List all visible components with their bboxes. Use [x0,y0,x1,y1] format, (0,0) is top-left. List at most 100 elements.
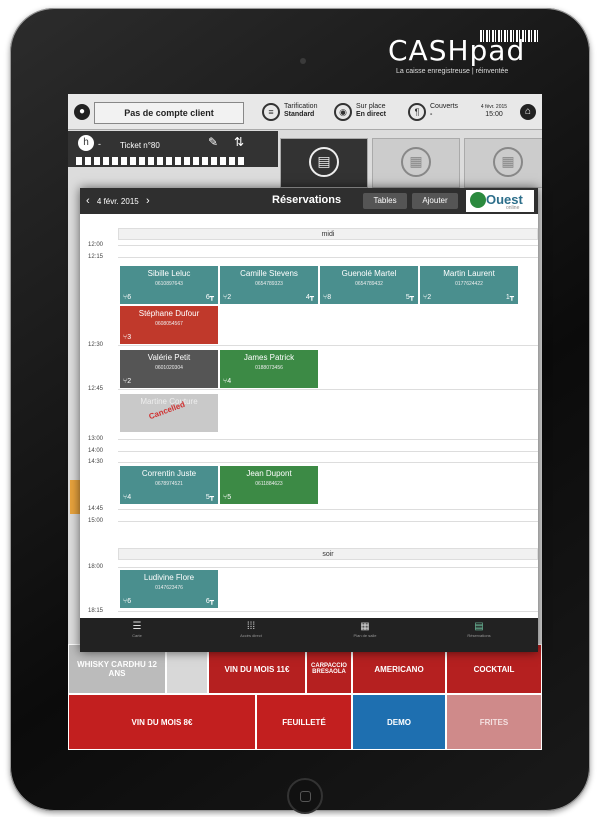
reservation-phone: 0177624422 [455,281,483,287]
reservation-card[interactable]: Martin Laurent 0177624422 ⑂2 1┳ [420,266,518,304]
reservation-card[interactable]: Sibille Leluc 0610897643 ⑂6 6┳ [120,266,218,304]
floor-plan-icon: ▦ [360,621,370,632]
datetime-display: 4 févr. 2015 15:00 [476,103,512,119]
table-icon: ┳ [309,294,314,301]
nav-label: Accès direct [240,633,262,638]
logo-text: CASHpad [388,34,526,67]
reservation-planner: midi 12:00 12:15 12:30 12:45 13:00 14:00… [80,214,538,618]
table-icon: ┳ [209,294,214,301]
time-label: 14:30 [88,459,104,465]
tarification-value: Standard [284,111,315,118]
covers-value: 6 [127,598,132,605]
partner-logo-mark [470,192,486,208]
partner-logo-sub: online [506,205,520,211]
chevron-right-icon[interactable]: › [146,195,150,207]
add-button[interactable]: Ajouter [412,193,458,209]
mode-tile-calculator[interactable]: ▦ [464,138,542,188]
table-number: 1┳ [506,293,514,301]
nav-label: Réservations [467,633,491,638]
product-feuillete[interactable]: FEUILLETÉ [256,694,352,750]
time-label: 12:00 [88,242,104,248]
nav-acces-direct[interactable]: ⁞⁞⁞ Accès direct [194,621,308,638]
grid-icon: ⁞⁞⁞ [246,621,256,632]
reservation-name: Valérie Petit [147,353,191,362]
side-color-strip [70,480,80,514]
product-vin-8[interactable]: VIN DU MOIS 8€ [68,694,256,750]
cashpad-logo: CASHpad La caisse enregistreuse | réinve… [388,30,548,78]
tablet-home-button[interactable] [287,778,323,814]
time-label: 12:15 [88,254,104,260]
top-bar: ● Pas de compte client ≡ Tarification St… [68,94,542,130]
time-line [118,389,538,390]
product-demo[interactable]: DEMO [352,694,446,750]
nav-label: Carte [132,633,142,638]
location-pin-icon[interactable]: ◉ [334,103,352,121]
user-icon[interactable]: ● [74,104,90,120]
covers-value: 4 [227,378,232,385]
reservation-card[interactable]: Guenolé Martel 0654789432 ⑂8 5┳ [320,266,418,304]
nav-carte[interactable]: ☰ Carte [80,621,194,638]
ticket-holder-icon[interactable]: h [78,135,94,151]
list-icon: ☰ [132,621,142,632]
section-midi: midi [118,228,538,240]
covers-count: ⑂2 [123,378,131,385]
covers-value: 8 [327,294,332,301]
tarification-control[interactable]: Tarification Standard [284,103,317,119]
edit-icon[interactable]: ✎ [208,135,218,149]
tarification-icon[interactable]: ≡ [262,103,280,121]
sort-arrows-icon[interactable]: ⇅ [234,135,244,149]
reservation-card[interactable]: James Patrick 0188073456 ⑂4 [220,350,318,388]
mode-tile-direct[interactable]: ▦ [372,138,460,188]
calendar-icon: ▤ [474,621,484,632]
table-icon: ┳ [409,294,414,301]
reservations-header: ‹ 4 févr. 2015 › Réservations Tables Ajo… [80,188,538,214]
time-line [118,257,538,258]
time-label: 15:00 [88,518,104,524]
nav-reservations[interactable]: ▤ Réservations [422,621,536,638]
reservation-card[interactable]: Jean Dupont 0611884623 ⑂5 [220,466,318,504]
reservation-name: Camille Stevens [240,269,298,278]
time-line [118,345,538,346]
reservation-card-cancelled[interactable]: Martine Couture Cancelled [120,394,218,432]
place-control[interactable]: Sur place En direct [356,103,386,119]
reservation-card[interactable]: Stéphane Dufour 0608054567 ⑂3 [120,306,218,344]
reservation-name: Ludivine Flore [143,573,195,582]
menu-card-icon: ▤ [309,147,339,177]
ticket-prefix: - [98,139,101,149]
covers-value: 6 [127,294,132,301]
reservation-phone: 0654789432 [355,281,383,287]
covers-control[interactable]: Couverts - [430,103,458,119]
home-icon[interactable]: ⌂ [520,104,536,120]
covers-count: ⑂8 [323,294,331,301]
tables-button[interactable]: Tables [363,193,407,209]
reservation-name: Stéphane Dufour [138,309,200,318]
reservation-card[interactable]: Valérie Petit 0601020304 ⑂2 [120,350,218,388]
time-line [118,567,538,568]
time-line [118,451,538,452]
time-label: 13:00 [88,436,104,442]
time-line [118,521,538,522]
cutlery-icon[interactable]: ¶ [408,103,426,121]
reservation-card[interactable]: Camille Stevens 0654789323 ⑂2 4┳ [220,266,318,304]
covers-count: ⑂2 [223,294,231,301]
bottom-nav: ☰ Carte ⁞⁞⁞ Accès direct ▦ Plan de salle ▤ R… [80,618,538,652]
reservation-name: James Patrick [243,353,295,362]
nav-plan-de-salle[interactable]: ▦ Plan de salle [308,621,422,638]
table-icon: ┳ [509,294,514,301]
reservation-phone: 0188073456 [255,365,283,371]
client-account-button[interactable]: Pas de compte client [94,102,244,124]
chevron-left-icon[interactable]: ‹ [86,195,90,207]
reservation-card[interactable]: Correntin Juste 0678974521 ⑂4 5┳ [120,466,218,504]
table-icon: ┳ [209,598,214,605]
covers-value: 2 [427,294,432,301]
covers-value: 3 [127,334,132,341]
reservation-name: Sibille Leluc [147,269,191,278]
reservation-phone: 0654789323 [255,281,283,287]
reservation-name: Guenolé Martel [341,269,397,278]
covers-count: ⑂3 [123,334,131,341]
mode-tile-menu[interactable]: ▤ [280,138,368,188]
reservation-card[interactable]: Ludivine Flore 0147623476 ⑂6 6┳ [120,570,218,608]
product-frites[interactable]: FRITES [446,694,542,750]
covers-count: ⑂2 [423,294,431,301]
time-label: 18:00 [88,564,104,570]
